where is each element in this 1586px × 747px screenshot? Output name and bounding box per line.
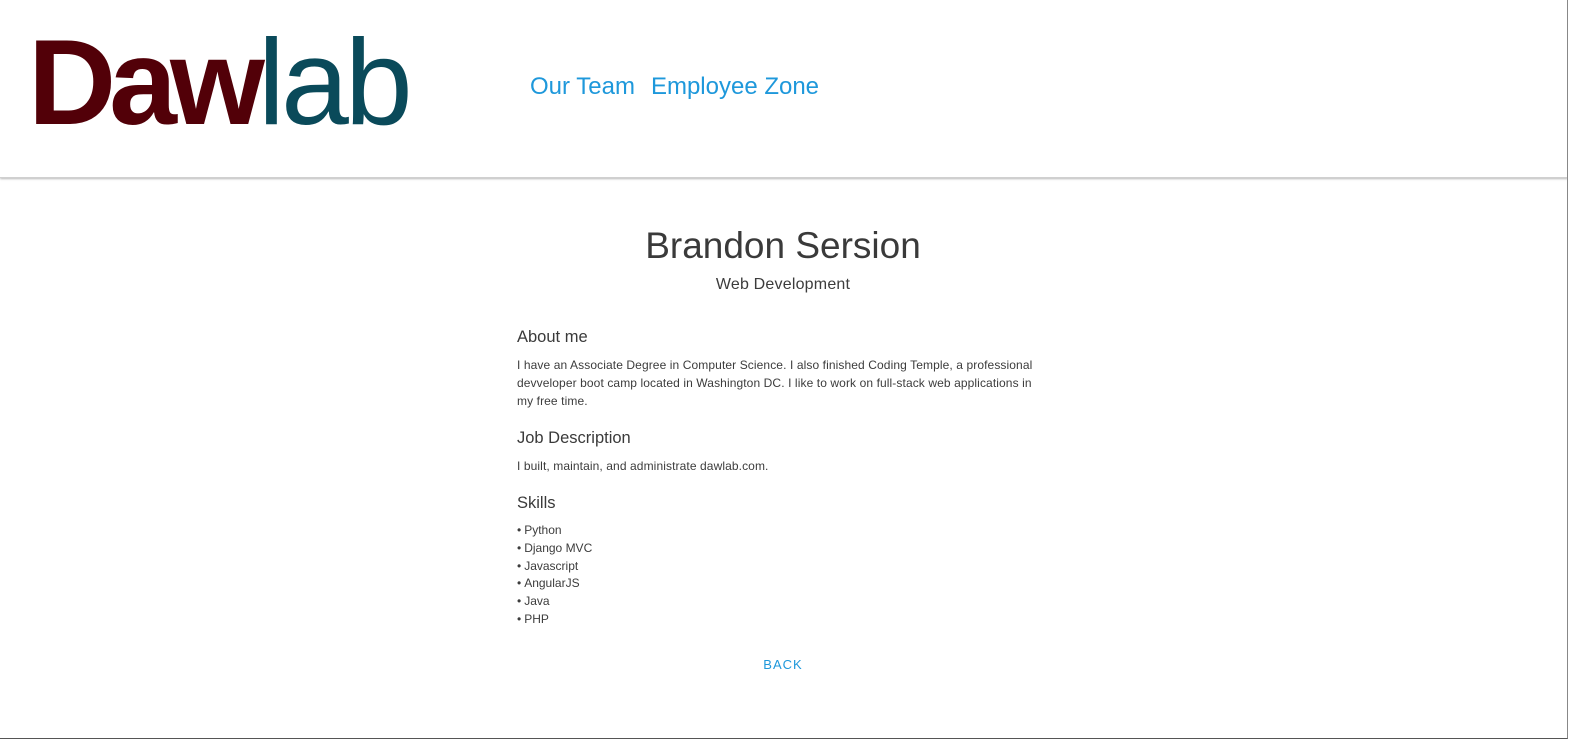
about-text: I have an Associate Degree in Computer S… (517, 358, 1033, 408)
main-nav: Our Team Employee Zone (530, 72, 819, 102)
skill-item: Django MVC (517, 540, 1049, 558)
nav-link-employee-zone[interactable]: Employee Zone (651, 72, 819, 102)
nav-link-our-team[interactable]: Our Team (530, 72, 635, 102)
scrollbar-track[interactable] (1568, 0, 1586, 747)
skills-heading: Skills (517, 494, 556, 512)
skill-item: Java (517, 593, 1049, 611)
employee-department: Web Development (715, 276, 851, 293)
skill-item: PHP (517, 611, 1049, 629)
employee-profile: Brandon Sersion Web Development About me… (517, 222, 1049, 672)
site-header: Dawlab Our Team Employee Zone (0, 0, 1567, 178)
skill-item: Python (517, 522, 1049, 540)
logo-text-lab: lab (257, 14, 413, 150)
page: Dawlab Our Team Employee Zone Brandon Se… (0, 0, 1568, 739)
employee-name: Brandon Sersion (645, 225, 921, 266)
about-heading: About me (517, 328, 588, 346)
logo-text-daw: Daw (28, 14, 265, 150)
job-description-heading: Job Description (517, 429, 631, 447)
skill-item: Javascript (517, 558, 1049, 576)
skill-item: AngularJS (517, 575, 1049, 593)
back-link[interactable]: BACK (517, 657, 1049, 672)
skills-list: Python Django MVC Javascript AngularJS J… (517, 522, 1049, 629)
dawlab-logo[interactable]: Dawlab (28, 12, 413, 152)
job-description-text: I built, maintain, and administrate dawl… (517, 459, 769, 473)
